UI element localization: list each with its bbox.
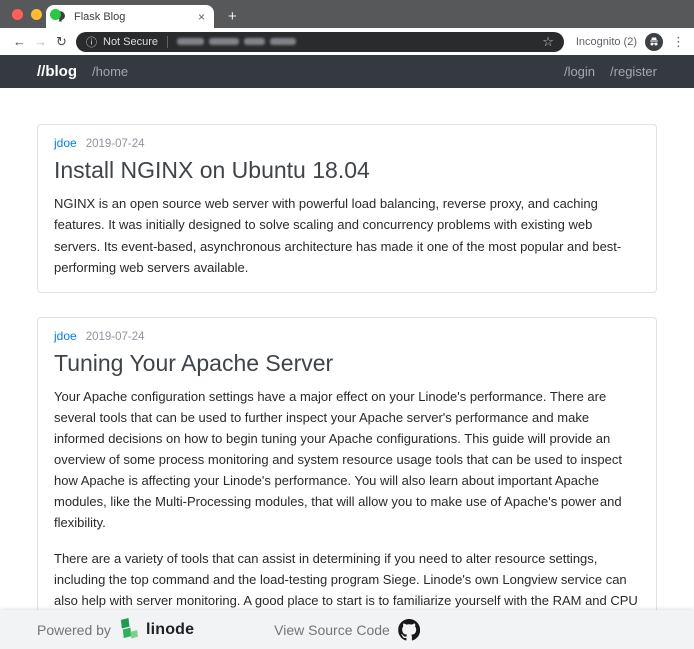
browser-menu-icon[interactable]: ⋮: [672, 34, 685, 50]
post-meta: jdoe 2019-07-24: [54, 136, 640, 150]
page-content: jdoe 2019-07-24 Install NGINX on Ubuntu …: [0, 88, 694, 649]
forward-icon[interactable]: →: [30, 34, 51, 49]
page-footer: Powered by linode View Source Code: [0, 610, 694, 649]
post-date: 2019-07-24: [86, 138, 145, 150]
minimize-window-button[interactable]: [31, 9, 42, 20]
linode-logo-icon: [118, 617, 139, 642]
browser-tabstrip: Flask Blog × +: [0, 0, 694, 28]
close-tab-icon[interactable]: ×: [198, 10, 205, 24]
post-card: jdoe 2019-07-24 Install NGINX on Ubuntu …: [37, 124, 657, 293]
obscured-url: [177, 38, 296, 45]
post-meta: jdoe 2019-07-24: [54, 329, 640, 343]
browser-window: Flask Blog × + ← → ↻ ⓘ Not Secure ☆ Inco…: [0, 0, 694, 649]
github-icon: [398, 619, 420, 641]
post-body: Your Apache configuration settings have …: [54, 386, 640, 633]
powered-by-label: Powered by: [37, 622, 111, 638]
powered-by-link[interactable]: Powered by linode: [37, 617, 194, 642]
post-author-link[interactable]: jdoe: [54, 329, 77, 343]
zoom-window-button[interactable]: [50, 9, 61, 20]
new-tab-button[interactable]: +: [228, 9, 237, 24]
nav-link-login[interactable]: /login: [564, 64, 595, 79]
browser-toolbar: ← → ↻ ⓘ Not Secure ☆ Incognito (2): [0, 28, 694, 55]
post-title: Install NGINX on Ubuntu 18.04: [54, 156, 640, 185]
address-bar[interactable]: ⓘ Not Secure ☆: [76, 32, 564, 52]
info-icon[interactable]: ⓘ: [86, 34, 97, 50]
nav-link-home[interactable]: /home: [92, 64, 128, 79]
view-source-label: View Source Code: [274, 622, 390, 638]
post-list: jdoe 2019-07-24 Install NGINX on Ubuntu …: [37, 124, 657, 649]
incognito-label: Incognito (2): [576, 36, 637, 48]
reload-icon[interactable]: ↻: [51, 34, 72, 50]
post-body: NGINX is an open source web server with …: [54, 193, 640, 277]
tab-title: Flask Blog: [74, 11, 192, 23]
navbar-right: /login /register: [564, 64, 657, 79]
window-controls: [12, 9, 61, 20]
post-paragraph: NGINX is an open source web server with …: [54, 193, 640, 277]
linode-wordmark: linode: [146, 621, 194, 639]
omnibox-divider: [167, 36, 168, 48]
nav-link-register[interactable]: /register: [610, 64, 657, 79]
close-window-button[interactable]: [12, 9, 23, 20]
navbar-brand[interactable]: //blog: [37, 63, 77, 80]
security-label: Not Secure: [103, 36, 158, 48]
post-paragraph: Your Apache configuration settings have …: [54, 386, 640, 533]
post-author-link[interactable]: jdoe: [54, 136, 77, 150]
incognito-avatar-icon[interactable]: [645, 33, 663, 51]
bookmark-star-icon[interactable]: ☆: [542, 35, 554, 48]
post-date: 2019-07-24: [86, 331, 145, 343]
back-icon[interactable]: ←: [9, 34, 30, 49]
post-card: jdoe 2019-07-24 Tuning Your Apache Serve…: [37, 317, 657, 648]
site-navbar: //blog /home /login /register: [0, 55, 694, 88]
view-source-link[interactable]: View Source Code: [274, 619, 420, 641]
post-title: Tuning Your Apache Server: [54, 349, 640, 378]
browser-tab-flask-blog[interactable]: Flask Blog ×: [46, 5, 214, 28]
